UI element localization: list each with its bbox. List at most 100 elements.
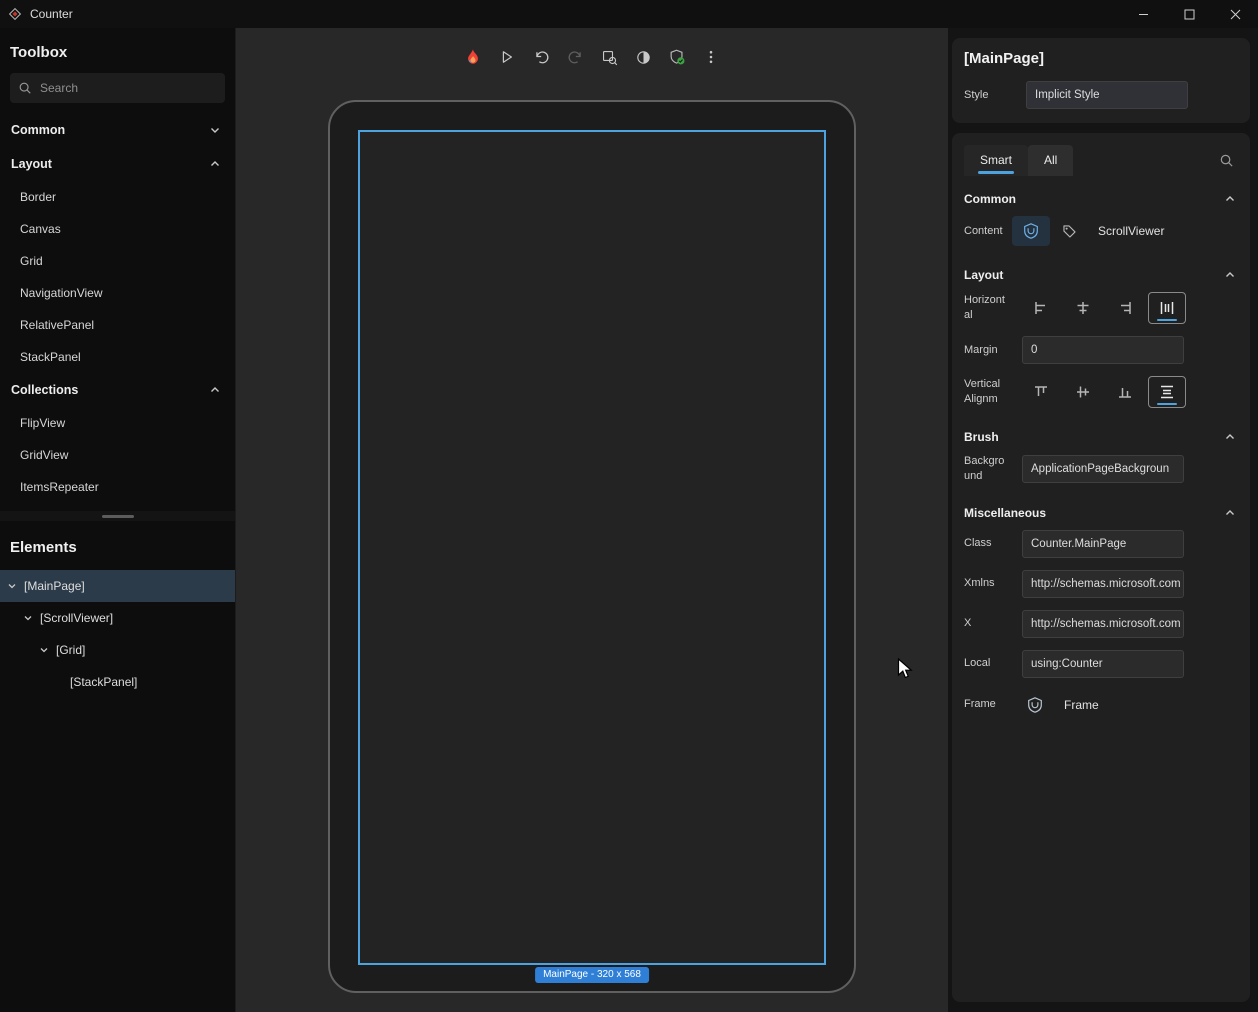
- align-right-icon: [1117, 300, 1133, 316]
- tree-item-grid[interactable]: [Grid]: [0, 634, 235, 666]
- uno-shield-icon: [1026, 696, 1044, 714]
- inspector-header-card: [MainPage] Style Implicit Style: [952, 38, 1250, 123]
- play-button[interactable]: [494, 44, 520, 70]
- minimize-button[interactable]: [1120, 0, 1166, 28]
- chevron-up-icon: [1224, 269, 1236, 281]
- stretch-horizontal-button[interactable]: [1148, 292, 1186, 324]
- inspector-properties-card: Smart All Common Content: [952, 133, 1250, 1002]
- toolbox-search[interactable]: [10, 73, 225, 103]
- selection-size-badge: MainPage - 320 x 568: [535, 967, 649, 983]
- tab-smart[interactable]: Smart: [964, 145, 1028, 176]
- toolbox-item-navigationview[interactable]: NavigationView: [0, 277, 235, 309]
- window-title: Counter: [30, 7, 73, 21]
- inspector-panel: [MainPage] Style Implicit Style Smart Al…: [948, 28, 1258, 1012]
- undo-icon: [533, 49, 550, 66]
- align-top-icon: [1033, 384, 1049, 400]
- frame-element-button[interactable]: [1016, 690, 1054, 720]
- vertical-alignment-group: [1022, 376, 1186, 408]
- toolbox-section-common[interactable]: Common: [0, 113, 235, 147]
- background-input[interactable]: ApplicationPageBackgroun: [1022, 455, 1184, 483]
- tree-item-scrollviewer[interactable]: [ScrollViewer]: [0, 602, 235, 634]
- content-label: Content: [964, 224, 1012, 239]
- chevron-down-icon: [6, 581, 18, 591]
- class-input[interactable]: Counter.MainPage: [1022, 530, 1184, 558]
- frame-label: Frame: [964, 697, 1012, 712]
- toolbox-section-layout[interactable]: Layout: [0, 147, 235, 181]
- align-center-horizontal-icon: [1075, 300, 1091, 316]
- mainpage-design-surface[interactable]: [358, 130, 826, 965]
- align-center-vertical-icon: [1075, 384, 1091, 400]
- x-input[interactable]: http://schemas.microsoft.com: [1022, 610, 1184, 638]
- align-center-horizontal-button[interactable]: [1064, 292, 1102, 324]
- toolbox-item-border[interactable]: Border: [0, 181, 235, 213]
- align-left-button[interactable]: [1022, 292, 1060, 324]
- toolbox-item-grid[interactable]: Grid: [0, 245, 235, 277]
- toolbox-item-itemsrepeater[interactable]: ItemsRepeater: [0, 471, 235, 503]
- chevron-up-icon: [209, 384, 221, 396]
- properties-search-button[interactable]: [1215, 149, 1238, 172]
- tree-item-mainpage[interactable]: [MainPage]: [0, 570, 235, 602]
- design-canvas[interactable]: MainPage - 320 x 568: [236, 28, 948, 1012]
- tab-all[interactable]: All: [1028, 145, 1073, 176]
- tag-icon: [1061, 223, 1078, 240]
- undo-button[interactable]: [528, 44, 554, 70]
- maximize-button[interactable]: [1166, 0, 1212, 28]
- theme-toggle-button[interactable]: [630, 44, 656, 70]
- section-miscellaneous[interactable]: Miscellaneous: [964, 496, 1238, 530]
- validation-status-button[interactable]: [664, 44, 690, 70]
- hot-reload-flame-button[interactable]: [460, 44, 486, 70]
- toolbox-item-stackpanel[interactable]: StackPanel: [0, 341, 235, 373]
- align-bottom-icon: [1117, 384, 1133, 400]
- tree-item-stackpanel[interactable]: [StackPanel]: [0, 666, 235, 698]
- section-brush[interactable]: Brush: [964, 420, 1238, 454]
- content-value: ScrollViewer: [1098, 224, 1164, 238]
- class-label: Class: [964, 536, 1012, 551]
- content-element-button[interactable]: [1012, 216, 1050, 246]
- stretch-vertical-button[interactable]: [1148, 376, 1186, 408]
- toolbox-panel: Toolbox Common Layout Border Canvas Grid…: [0, 28, 236, 1012]
- xmlns-input[interactable]: http://schemas.microsoft.com: [1022, 570, 1184, 598]
- align-center-vertical-button[interactable]: [1064, 376, 1102, 408]
- local-input[interactable]: using:Counter: [1022, 650, 1184, 678]
- toolbox-section-collections[interactable]: Collections: [0, 373, 235, 407]
- canvas-toolbar: [460, 44, 724, 70]
- inspector-tabs: Smart All: [964, 145, 1238, 176]
- horizontal-alignment-label: Horizontal: [964, 293, 1012, 323]
- flame-icon: [464, 48, 482, 66]
- element-inspector-button[interactable]: [596, 44, 622, 70]
- horizontal-alignment-group: [1022, 292, 1186, 324]
- inspector-icon: [601, 49, 618, 66]
- local-label: Local: [964, 656, 1012, 671]
- align-bottom-button[interactable]: [1106, 376, 1144, 408]
- toolbox-item-flipview[interactable]: FlipView: [0, 407, 235, 439]
- margin-label: Margin: [964, 343, 1012, 358]
- inspector-title: [MainPage]: [964, 50, 1238, 67]
- close-button[interactable]: [1212, 0, 1258, 28]
- search-input[interactable]: [40, 81, 217, 95]
- toolbox-item-relativepanel[interactable]: RelativePanel: [0, 309, 235, 341]
- align-left-icon: [1033, 300, 1049, 316]
- chevron-down-icon: [22, 613, 34, 623]
- chevron-up-icon: [1224, 507, 1236, 519]
- chevron-down-icon: [209, 124, 221, 136]
- stretch-horizontal-icon: [1159, 300, 1175, 316]
- search-icon: [18, 81, 32, 95]
- redo-button[interactable]: [562, 44, 588, 70]
- splitter-grip-handle: [102, 515, 134, 518]
- chevron-up-icon: [209, 158, 221, 170]
- margin-input[interactable]: 0: [1022, 336, 1184, 364]
- elements-title: Elements: [0, 521, 235, 570]
- panel-splitter[interactable]: [0, 511, 235, 521]
- style-input[interactable]: Implicit Style: [1026, 81, 1188, 109]
- align-top-button[interactable]: [1022, 376, 1060, 408]
- titlebar: Counter: [0, 0, 1258, 28]
- kebab-menu-icon: [703, 49, 719, 65]
- align-right-button[interactable]: [1106, 292, 1144, 324]
- stretch-vertical-icon: [1159, 384, 1175, 400]
- section-common[interactable]: Common: [964, 182, 1238, 216]
- content-tag-button[interactable]: [1050, 216, 1088, 246]
- toolbox-item-gridview[interactable]: GridView: [0, 439, 235, 471]
- toolbox-item-canvas[interactable]: Canvas: [0, 213, 235, 245]
- more-options-button[interactable]: [698, 44, 724, 70]
- section-layout[interactable]: Layout: [964, 258, 1238, 292]
